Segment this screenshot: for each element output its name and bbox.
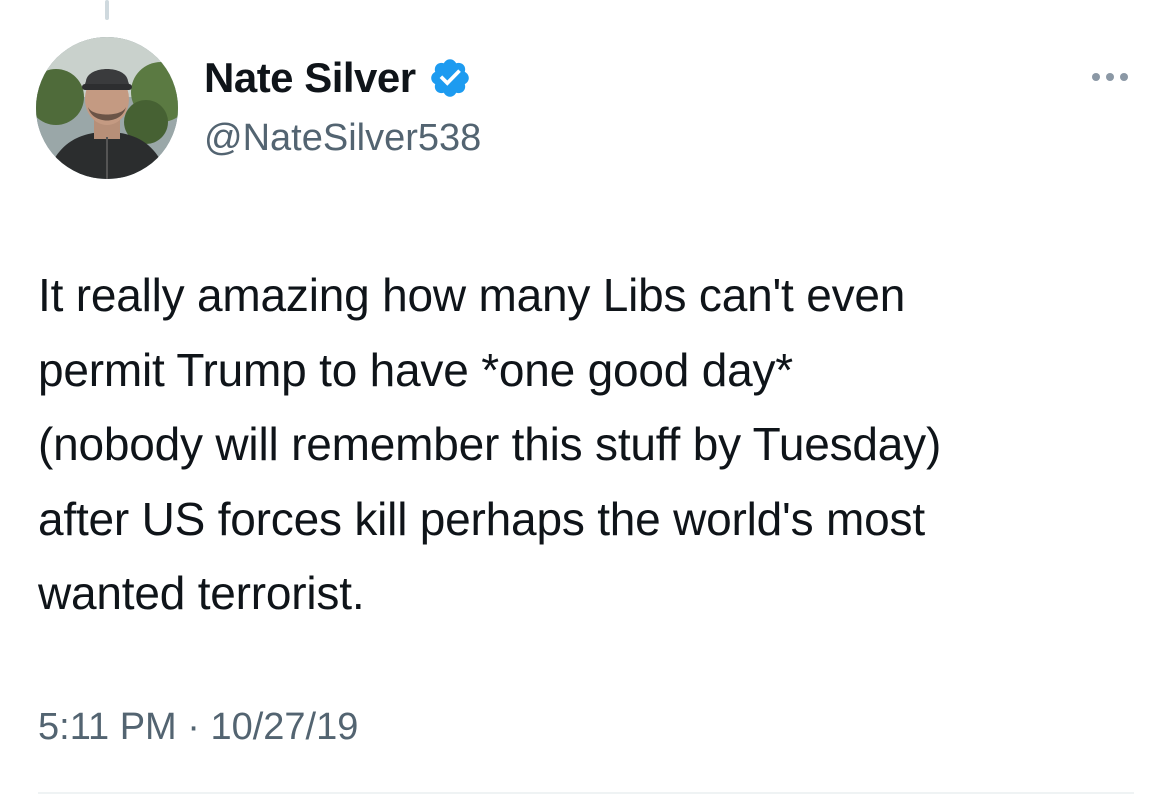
tweet-text-line: after US forces kill perhaps the world's… [38, 492, 925, 545]
thread-connector-line [105, 0, 109, 20]
author-handle[interactable]: @NateSilver538 [204, 114, 481, 162]
avatar[interactable] [36, 37, 178, 179]
verified-badge-icon[interactable] [428, 56, 472, 100]
tweet-text-line: (nobody will remember this stuff by Tues… [38, 418, 942, 470]
divider [38, 792, 1134, 794]
tweet-text-line: It really amazing how many Libs can't ev… [38, 269, 906, 321]
more-options-button[interactable] [1080, 62, 1140, 92]
author-display-name[interactable]: Nate Silver [204, 52, 416, 104]
more-horizontal-icon-dot [1106, 73, 1114, 81]
avatar-photo [36, 37, 178, 179]
tweet-text-line: permit Trump to have *one good day* [38, 343, 794, 396]
tweet-text: It really amazing how many Libs can't ev… [38, 258, 1148, 631]
tweet-text-line: wanted terrorist. [38, 567, 365, 619]
tweet-timestamp[interactable]: 5:11 PM · 10/27/19 [38, 700, 358, 754]
author-name-row[interactable]: Nate Silver [204, 52, 472, 104]
more-horizontal-icon-dot [1120, 73, 1128, 81]
more-horizontal-icon [1092, 73, 1100, 81]
